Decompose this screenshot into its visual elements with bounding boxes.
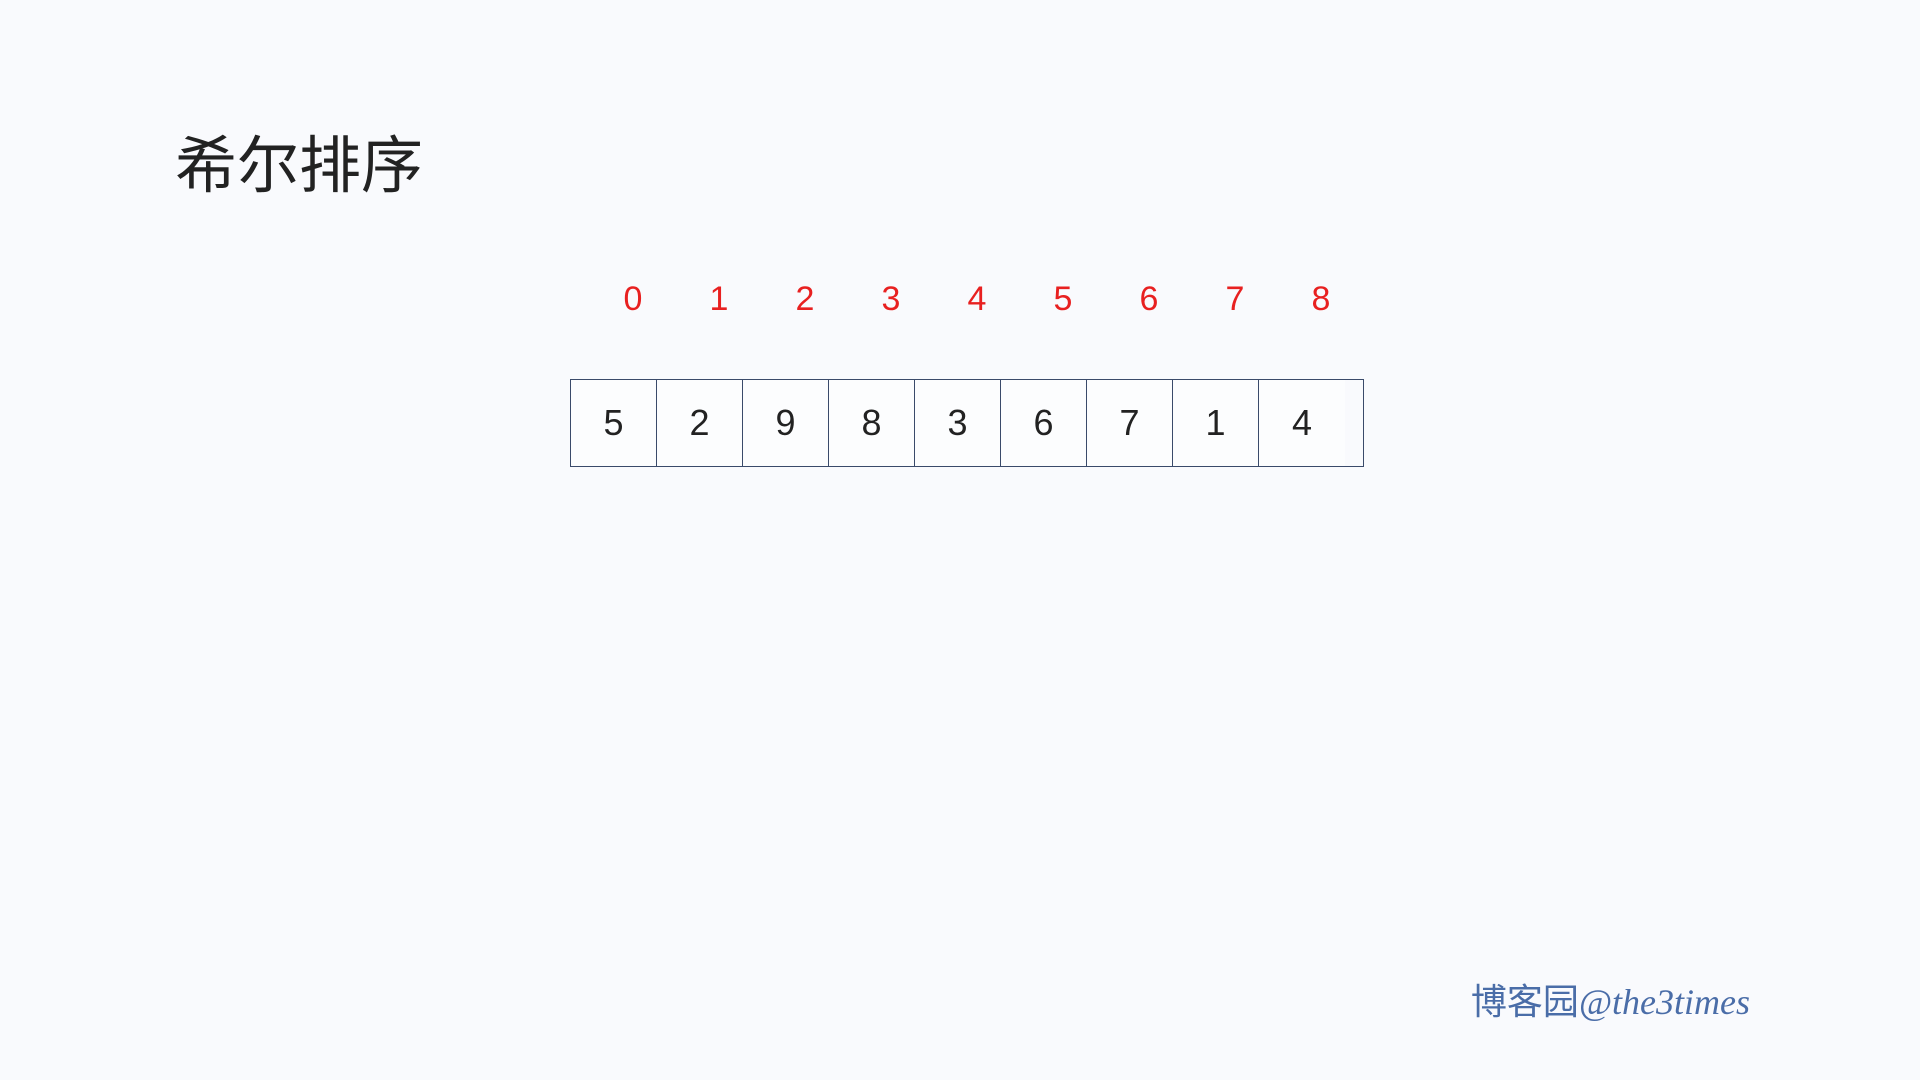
index-label: 4: [934, 280, 1020, 319]
array-cell: 7: [1087, 380, 1173, 466]
array-cell: 1: [1173, 380, 1259, 466]
index-label: 0: [590, 280, 676, 319]
array-row: 5 2 9 8 3 6 7 1 4: [570, 379, 1364, 467]
credit-handle: @the3times: [1579, 982, 1750, 1022]
array-cell: 4: [1259, 380, 1345, 466]
index-label: 7: [1192, 280, 1278, 319]
array-cell: 2: [657, 380, 743, 466]
diagram-title: 希尔排序: [175, 115, 423, 205]
array-cell: 5: [571, 380, 657, 466]
index-label: 2: [762, 280, 848, 319]
array-diagram: 0 1 2 3 4 5 6 7 8 5 2 9 8 3 6 7 1 4: [570, 280, 1364, 467]
index-label: 3: [848, 280, 934, 319]
index-row: 0 1 2 3 4 5 6 7 8: [590, 280, 1364, 319]
array-cell: 6: [1001, 380, 1087, 466]
index-label: 8: [1278, 280, 1364, 319]
array-cell: 3: [915, 380, 1001, 466]
array-cell: 8: [829, 380, 915, 466]
index-label: 6: [1106, 280, 1192, 319]
credit-line: 博客园@the3times: [1471, 973, 1750, 1025]
index-label: 5: [1020, 280, 1106, 319]
array-cell: 9: [743, 380, 829, 466]
index-label: 1: [676, 280, 762, 319]
credit-site: 博客园: [1471, 981, 1579, 1022]
